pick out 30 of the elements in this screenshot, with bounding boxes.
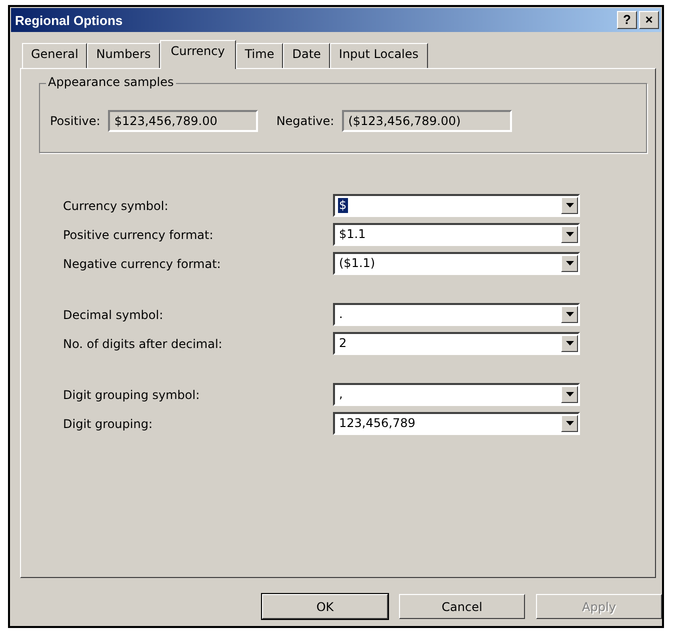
tab[interactable]: Currency [160,40,236,69]
dropdown[interactable]: . [333,303,580,326]
sample-field: $123,456,789.00 [108,110,258,132]
tab[interactable]: Date [283,43,330,68]
field-label: Digit grouping symbol: [63,388,201,402]
sample-field: ($123,456,789.00) [342,110,512,132]
field-label: No. of digits after decimal: [63,336,224,350]
dropdown[interactable]: ($1.1) [333,252,580,275]
dropdown[interactable]: $ [333,194,580,217]
field-label: Negative currency format: [63,256,222,270]
dialog-button[interactable]: Cancel [399,594,525,619]
field-label: Decimal symbol: [63,308,164,322]
dropdown[interactable]: 2 [333,332,580,355]
dialog-button[interactable]: OK [262,594,388,619]
dropdown[interactable]: , [333,383,580,406]
tab[interactable]: Input Locales [330,43,428,68]
sample-label: Negative: [276,114,334,128]
tab[interactable]: Time [236,43,284,68]
tab[interactable]: Numbers [87,43,160,68]
sample-label: Positive: [50,114,100,128]
dropdown[interactable]: $1.1 [333,223,580,246]
group-title: Appearance samples [46,75,176,89]
help-button[interactable]: ? [617,11,637,29]
field-label: Currency symbol: [63,198,170,212]
field-label: Digit grouping: [63,416,154,430]
dropdown[interactable]: 123,456,789 [333,412,580,435]
window-title: Regional Options [15,12,123,28]
close-button[interactable]: × [639,11,659,29]
tab[interactable]: General [22,43,88,68]
field-label: Positive currency format: [63,228,214,242]
